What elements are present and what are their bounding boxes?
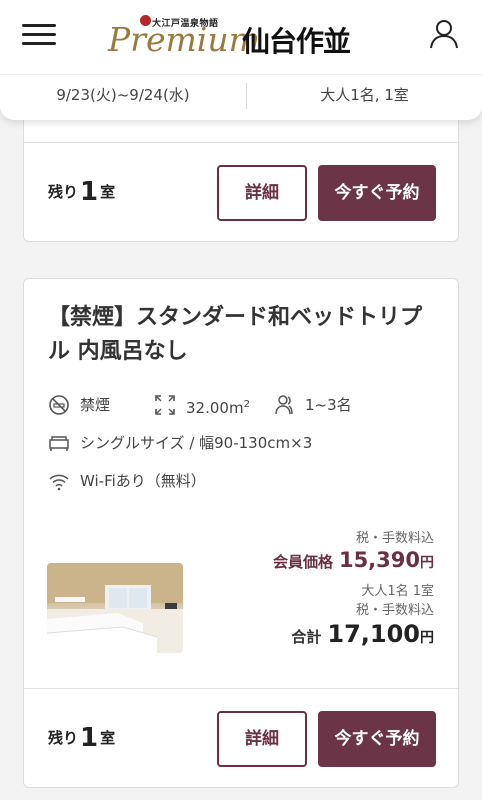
total-price-line: 合計 17,100円 — [273, 620, 434, 648]
book-now-button[interactable]: 今すぐ予約 — [318, 711, 436, 767]
area-unit-sup: 2 — [243, 399, 250, 410]
detail-button[interactable]: 詳細 — [217, 165, 307, 221]
total-tax-note: 税・手数料込 — [355, 603, 434, 618]
site-logo[interactable]: 大江戸温泉物語 Premium 仙台作並 — [108, 14, 380, 59]
date-range-selector[interactable]: 9/23(火)~9/24(水) — [0, 75, 246, 115]
capacity-label: 1~3名 — [305, 396, 352, 414]
logo-hotel-name: 仙台作並 — [242, 25, 351, 58]
book-now-button[interactable]: 今すぐ予約 — [318, 165, 436, 221]
bed-label: シングルサイズ / 幅90-130cm×3 — [80, 434, 313, 452]
expand-icon — [155, 395, 175, 415]
room-photo-illustration — [47, 563, 183, 653]
room-action-row: 残り1 室 詳細 今すぐ予約 — [24, 142, 460, 242]
total-label: 合計 — [291, 628, 322, 646]
search-summary-bar: 9/23(火)~9/24(水) 大人1名, 1室 — [0, 74, 482, 114]
room-action-row: 残り1 室 詳細 今すぐ予約 — [24, 688, 460, 788]
room-title[interactable]: 【禁煙】スタンダード和ベッドトリプル 内風呂なし — [48, 301, 438, 369]
remaining-rooms: 残り1 室 — [48, 177, 115, 207]
member-tax-note: 税・手数料込 — [355, 531, 434, 546]
member-price-value: 15,390 — [338, 548, 420, 572]
room-card: 【禁煙】スタンダード和ベッドトリプル 内風呂なし 禁煙 32.00m2 1~3名… — [23, 278, 460, 788]
guests-note: 大人1名 1室 — [361, 584, 434, 599]
people-icon — [275, 395, 293, 415]
member-price-label: 会員価格 — [272, 553, 333, 571]
user-account-icon[interactable] — [428, 18, 460, 50]
guests-selector[interactable]: 大人1名, 1室 — [247, 75, 482, 115]
remaining-rooms: 残り1 室 — [48, 723, 115, 753]
remaining-suffix: 室 — [100, 729, 116, 747]
wifi-label: Wi-Fiあり（無料） — [80, 472, 206, 490]
wifi-icon — [49, 474, 69, 491]
site-header: 大江戸温泉物語 Premium 仙台作並 9/23(火)~9/24(水) 大人1… — [0, 0, 482, 120]
remaining-prefix: 残り — [48, 729, 79, 747]
total-price-yen: 円 — [420, 630, 434, 646]
total-price-value: 17,100 — [327, 620, 420, 648]
remaining-count: 1 — [80, 177, 99, 207]
remaining-prefix: 残り — [48, 183, 79, 201]
logo-premium: Premium — [108, 20, 260, 59]
detail-button[interactable]: 詳細 — [217, 711, 307, 767]
bed-icon — [49, 436, 69, 451]
room-card-previous: 残り1 室 詳細 今すぐ予約 — [23, 100, 460, 242]
member-price-yen: 円 — [420, 555, 434, 571]
smoking-label: 禁煙 — [80, 396, 111, 414]
no-smoking-icon — [49, 395, 69, 415]
area-label: 32.00m — [186, 399, 244, 417]
member-price-line: 会員価格 15,390円 — [273, 548, 434, 572]
remaining-suffix: 室 — [100, 183, 116, 201]
remaining-count: 1 — [80, 723, 99, 753]
menu-icon[interactable] — [22, 24, 56, 46]
room-photo[interactable] — [47, 563, 183, 653]
price-block: 税・手数料込 会員価格 15,390円 大人1名 1室 税・手数料込 合計 17,1… — [273, 527, 434, 648]
